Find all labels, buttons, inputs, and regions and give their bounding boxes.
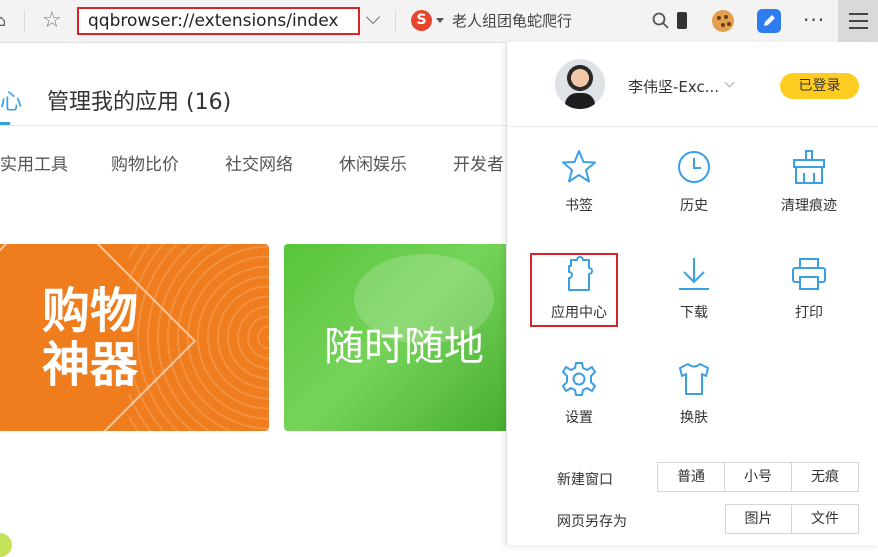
menu-item-label: 下载 [680, 305, 708, 321]
account-header: 李伟坚-Exc... 已登录 [507, 42, 878, 127]
shirt-icon [679, 363, 709, 395]
new-window-label: 新建窗口 [557, 472, 613, 488]
hamburger-line [849, 20, 868, 22]
save-as-image-button[interactable]: 图片 [725, 504, 792, 534]
download-icon [679, 258, 709, 290]
broom-icon [793, 150, 825, 184]
menu-item-label: 清理痕迹 [781, 198, 837, 214]
menu-item-settings[interactable]: 设置 [534, 361, 624, 451]
menu-item-print[interactable]: 打印 [764, 256, 854, 346]
search-engine-dropdown-icon[interactable] [436, 18, 444, 23]
search-icon[interactable] [652, 12, 669, 29]
menu-item-bookmarks[interactable]: 书签 [534, 149, 624, 239]
printer-icon [792, 258, 826, 290]
banner-title-line2: 神器 [42, 337, 139, 393]
search-engine-icon[interactable]: S [411, 10, 432, 31]
login-status-badge[interactable]: 已登录 [780, 73, 859, 99]
main-menu-panel: 李伟坚-Exc... 已登录 书签 历史 清理痕迹 应用中心 下载 打印 设置 … [506, 42, 878, 545]
menu-item-label: 换肤 [680, 410, 708, 426]
tab-manage-apps[interactable]: 管理我的应用 (16) [47, 84, 231, 116]
menu-item-label: 设置 [565, 410, 593, 426]
category-tools[interactable]: 实用工具 [0, 150, 68, 175]
extension-icon[interactable] [677, 12, 687, 29]
star-icon [562, 150, 596, 183]
search-box[interactable]: 老人组团龟蛇爬行 [452, 10, 572, 31]
menu-item-downloads[interactable]: 下载 [649, 256, 739, 346]
browser-toolbar: ⌂ ☆ qqbrowser://extensions/index S 老人组团龟… [0, 0, 878, 43]
pen-extension-icon[interactable] [757, 9, 781, 33]
bookmark-star-icon[interactable]: ☆ [42, 8, 62, 33]
chevron-down-icon[interactable] [724, 77, 735, 88]
menu-item-history[interactable]: 历史 [649, 149, 739, 239]
banner-shopping[interactable]: 购物 神器 [0, 244, 269, 431]
home-icon[interactable]: ⌂ [0, 11, 6, 30]
gear-icon [562, 362, 596, 396]
avatar[interactable] [555, 59, 605, 109]
tab-divider [0, 125, 506, 126]
menu-button[interactable] [838, 0, 878, 42]
menu-item-label: 书签 [565, 198, 593, 214]
app-center-highlight-box [530, 253, 618, 327]
banner-anytime[interactable]: 随时随地 [284, 244, 544, 431]
username[interactable]: 李伟坚-Exc... [628, 76, 719, 97]
new-window-small-button[interactable]: 小号 [724, 462, 792, 492]
toolbar-divider [395, 10, 396, 32]
menu-item-clear-traces[interactable]: 清理痕迹 [764, 149, 854, 239]
menu-item-label: 打印 [795, 305, 823, 321]
new-window-incognito-button[interactable]: 无痕 [791, 462, 859, 492]
menu-item-label: 历史 [680, 198, 708, 214]
banner-title-line1: 购物 [42, 283, 139, 339]
cookie-icon[interactable] [712, 10, 734, 32]
new-window-normal-button[interactable]: 普通 [657, 462, 725, 492]
hamburger-line [849, 27, 868, 29]
category-shopping[interactable]: 购物比价 [111, 150, 179, 175]
category-social[interactable]: 社交网络 [225, 150, 293, 175]
more-icon[interactable]: ··· [803, 8, 825, 32]
menu-item-skin[interactable]: 换肤 [649, 361, 739, 451]
address-dropdown-icon[interactable] [365, 9, 381, 25]
address-bar[interactable]: qqbrowser://extensions/index [77, 7, 360, 35]
floating-widget[interactable] [0, 533, 12, 557]
category-developer[interactable]: 开发者 [453, 150, 504, 175]
category-entertainment[interactable]: 休闲娱乐 [339, 150, 407, 175]
banner-title: 随时随地 [324, 324, 484, 370]
tab-app-center[interactable]: 心 [0, 84, 22, 116]
hamburger-line [849, 13, 868, 15]
clock-icon [678, 151, 710, 183]
save-as-file-button[interactable]: 文件 [791, 504, 859, 534]
save-page-label: 网页另存为 [557, 514, 627, 530]
toolbar-divider [24, 10, 25, 32]
